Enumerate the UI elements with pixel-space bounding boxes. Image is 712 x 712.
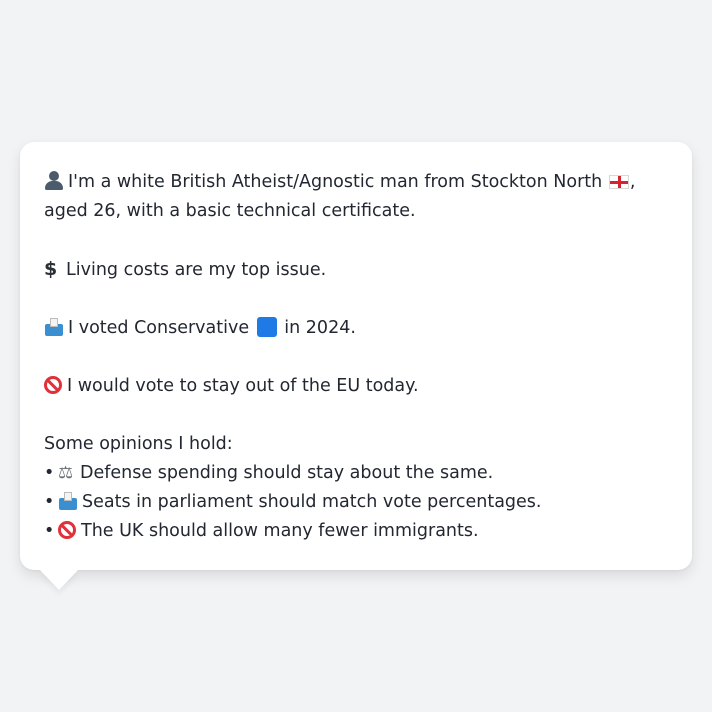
top-issue-text: Living costs are my top issue. — [66, 260, 327, 280]
opinion-text: Seats in parliament should match vote pe… — [82, 492, 542, 512]
intro-line: I'm a white British Atheist/Agnostic man… — [44, 168, 668, 226]
bullet: • — [44, 521, 55, 541]
top-issue-line: $ Living costs are my top issue. — [44, 255, 668, 285]
voted-text: I voted Conservative — [68, 318, 250, 338]
opinion-item: • ⚖ Defense spending should stay about the… — [44, 459, 668, 488]
ballot-box-icon — [58, 492, 78, 510]
opinion-item: • Seats in parliament should match vote p… — [44, 488, 668, 517]
ballot-box-icon — [44, 318, 64, 336]
scales-icon: ⚖ — [58, 463, 74, 483]
voted-line: I voted Conservative in 2024. — [44, 314, 668, 343]
opinion-item: • The UK should allow many fewer immigran… — [44, 517, 668, 546]
prohibited-icon — [44, 376, 62, 394]
bullet: • — [44, 492, 55, 512]
england-flag-icon — [608, 175, 629, 189]
bust-in-silhouette-icon — [44, 170, 64, 190]
bubble-tail — [40, 570, 78, 590]
blue-square-icon — [256, 317, 277, 337]
voted-year-text: in 2024. — [284, 318, 356, 338]
eu-text: I would vote to stay out of the EU today… — [67, 376, 419, 396]
intro-text: I'm a white British Atheist/Agnostic man… — [68, 172, 603, 192]
opinion-text: The UK should allow many fewer immigrant… — [81, 521, 479, 541]
opinion-text: Defense spending should stay about the s… — [80, 463, 494, 483]
opinions-heading: Some opinions I hold: — [44, 434, 233, 454]
prohibited-icon — [58, 521, 76, 539]
eu-line: I would vote to stay out of the EU today… — [44, 372, 668, 401]
heavy-dollar-sign-icon: $ — [44, 258, 58, 280]
canvas: I'm a white British Atheist/Agnostic man… — [0, 0, 712, 712]
bullet: • — [44, 463, 55, 483]
message-bubble: I'm a white British Atheist/Agnostic man… — [20, 142, 692, 570]
